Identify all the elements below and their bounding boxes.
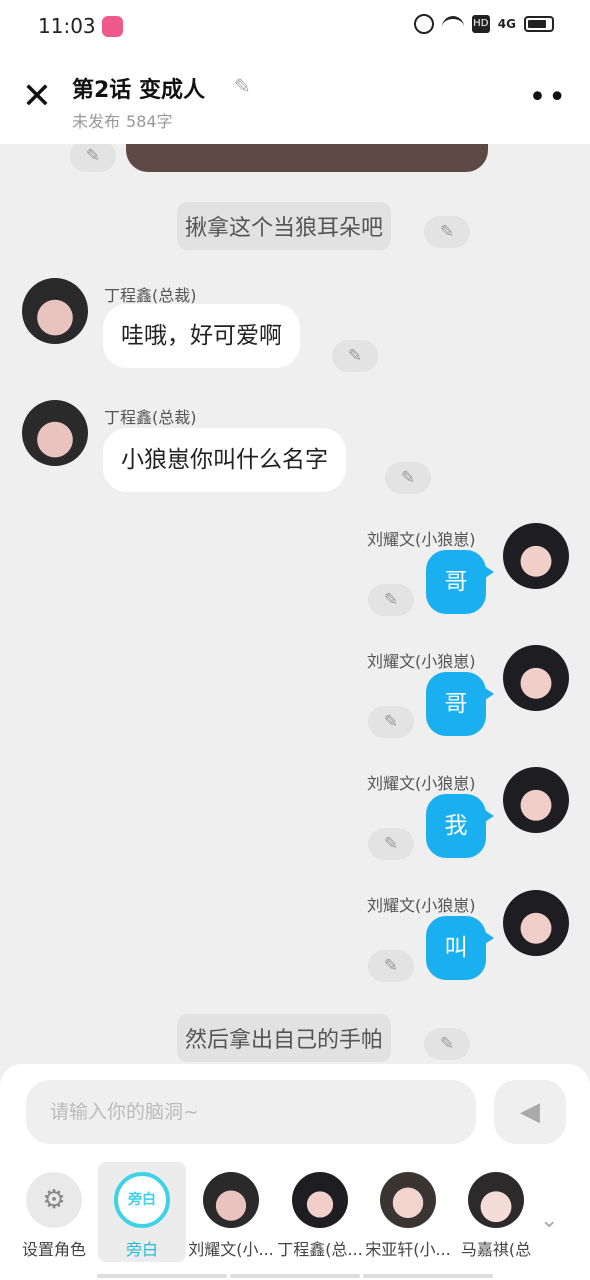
role-item[interactable]: 马嘉祺(总 bbox=[452, 1162, 532, 1262]
scroll-indicator bbox=[363, 1274, 493, 1278]
avatar[interactable] bbox=[503, 890, 569, 956]
scroll-indicator bbox=[97, 1274, 227, 1278]
scroll-indicator bbox=[230, 1274, 360, 1278]
edit-pencil-icon[interactable]: ✎ bbox=[424, 216, 470, 248]
wifi-icon bbox=[441, 16, 464, 32]
message-bubble[interactable]: 哥 bbox=[426, 550, 494, 614]
status-icons: HD 4G bbox=[413, 14, 554, 34]
edit-pencil-icon[interactable]: ✎ bbox=[332, 340, 378, 372]
message-bubble[interactable]: 我 bbox=[426, 794, 494, 858]
set-role-button[interactable]: ⚙ 设置角色 bbox=[10, 1162, 98, 1262]
chapter-meta: 未发布 584字 bbox=[72, 108, 173, 132]
composer-panel: 请输入你的脑洞~ ◀ ⚙ 设置角色 旁白 旁白 刘耀文(小... 丁程鑫(总..… bbox=[0, 1064, 590, 1280]
chapter-header: ✕ 第2话 变成人 ✎ 未发布 584字 •• bbox=[0, 52, 590, 144]
narration-bubble[interactable]: 然后拿出自己的手帕 bbox=[177, 1014, 392, 1062]
chapter-title: 第2话 变成人 bbox=[72, 78, 205, 103]
speaker-name: 丁程鑫(总裁) bbox=[104, 408, 197, 427]
edit-pencil-icon[interactable]: ✎ bbox=[385, 462, 431, 494]
speaker-name: 刘耀文(小狼崽) bbox=[367, 652, 476, 671]
word-count: 584字 bbox=[126, 112, 173, 131]
role-label: 旁白 bbox=[125, 1240, 158, 1259]
status-time: 11:03 bbox=[38, 14, 96, 38]
speaker-name: 刘耀文(小狼崽) bbox=[367, 896, 476, 915]
image-message[interactable] bbox=[126, 144, 488, 172]
edit-pencil-icon[interactable]: ✎ bbox=[368, 706, 414, 738]
role-item[interactable]: 刘耀文(小... bbox=[187, 1162, 275, 1262]
message-bubble[interactable]: 哇哦，好可爱啊 bbox=[103, 304, 300, 368]
role-item[interactable]: 丁程鑫(总... bbox=[276, 1162, 364, 1262]
avatar bbox=[380, 1172, 436, 1228]
avatar[interactable] bbox=[503, 767, 569, 833]
signal-icon: 4G bbox=[497, 17, 516, 31]
narrator-icon: 旁白 bbox=[114, 1172, 170, 1228]
avatar bbox=[292, 1172, 348, 1228]
edit-pencil-icon[interactable]: ✎ bbox=[368, 950, 414, 982]
speaker-name: 刘耀文(小狼崽) bbox=[367, 774, 476, 793]
message-input[interactable]: 请输入你的脑洞~ bbox=[26, 1080, 476, 1144]
avatar bbox=[468, 1172, 524, 1228]
message-bubble[interactable]: 小狼崽你叫什么名字 bbox=[103, 428, 346, 492]
avatar bbox=[203, 1172, 259, 1228]
role-label: 设置角色 bbox=[21, 1240, 86, 1259]
status-bar: 11:03 HD 4G bbox=[0, 0, 590, 52]
edit-title-pencil-icon[interactable]: ✎ bbox=[234, 74, 258, 98]
role-selector: ⚙ 设置角色 旁白 旁白 刘耀文(小... 丁程鑫(总... 宋亚轩(小... … bbox=[0, 1162, 590, 1262]
story-chat-area[interactable]: ✎ 揪拿这个当狼耳朵吧 ✎ 丁程鑫(总裁) 哇哦，好可爱啊 ✎ 丁程鑫(总裁) … bbox=[0, 144, 590, 1064]
speaker-name: 刘耀文(小狼崽) bbox=[367, 530, 476, 549]
role-label: 马嘉祺(总 bbox=[460, 1240, 532, 1259]
role-label: 丁程鑫(总... bbox=[277, 1240, 363, 1259]
avatar[interactable] bbox=[22, 400, 88, 466]
role-label: 宋亚轩(小... bbox=[365, 1240, 451, 1259]
send-icon[interactable]: ◀ bbox=[494, 1080, 566, 1144]
hd-icon: HD bbox=[471, 15, 490, 33]
role-narrator[interactable]: 旁白 旁白 bbox=[98, 1162, 186, 1262]
edit-pencil-icon[interactable]: ✎ bbox=[70, 144, 116, 172]
app-notification-icon bbox=[102, 16, 123, 37]
edit-pencil-icon[interactable]: ✎ bbox=[368, 584, 414, 616]
avatar[interactable] bbox=[503, 523, 569, 589]
narration-bubble[interactable]: 揪拿这个当狼耳朵吧 bbox=[177, 202, 392, 250]
role-item[interactable]: 宋亚轩(小... bbox=[364, 1162, 452, 1262]
message-bubble[interactable]: 叫 bbox=[426, 916, 494, 980]
battery-icon bbox=[524, 16, 554, 32]
role-label: 刘耀文(小... bbox=[188, 1240, 274, 1259]
role-settings-icon: ⚙ bbox=[26, 1172, 82, 1228]
publish-status: 未发布 bbox=[72, 112, 121, 131]
avatar[interactable] bbox=[503, 645, 569, 711]
message-bubble[interactable]: 哥 bbox=[426, 672, 494, 736]
close-icon[interactable]: ✕ bbox=[20, 79, 54, 115]
edit-pencil-icon[interactable]: ✎ bbox=[424, 1028, 470, 1060]
avatar[interactable] bbox=[22, 278, 88, 344]
chevron-down-icon[interactable]: ⌄ bbox=[540, 1208, 558, 1233]
more-options-icon[interactable]: •• bbox=[529, 83, 568, 113]
alarm-icon bbox=[413, 14, 434, 34]
speaker-name: 丁程鑫(总裁) bbox=[104, 286, 197, 305]
edit-pencil-icon[interactable]: ✎ bbox=[368, 828, 414, 860]
